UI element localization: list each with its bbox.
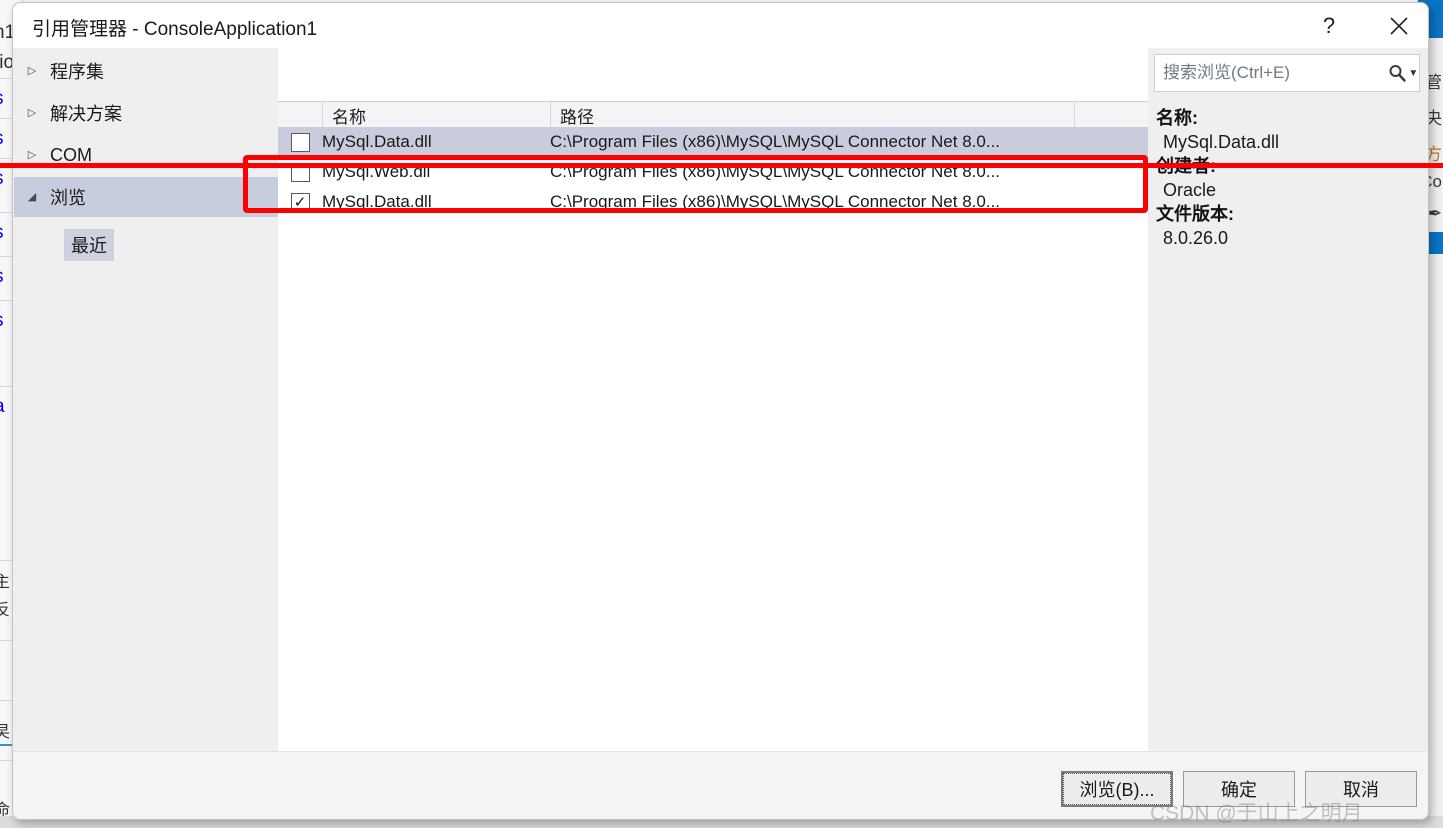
sidebar-item-label: 浏览 [50,188,86,208]
row-path: C:\Program Files (x86)\MySQL\MySQL Conne… [550,192,1001,211]
sidebar-item-browse[interactable]: ◢ 浏览 [14,177,278,217]
ide-code-fragment: s [0,128,4,150]
search-input[interactable] [1155,62,1386,84]
chevron-down-icon[interactable]: ▼ [1408,68,1419,79]
reference-list-body: MySql.Data.dll C:\Program Files (x86)\My… [278,127,1148,751]
checkbox-checked-icon[interactable]: ✓ [290,192,310,212]
column-header-checkbox[interactable] [278,102,322,128]
row-checkbox-cell[interactable]: ✓ [278,192,322,212]
table-row[interactable]: ✓ MySql.Data.dll C:\Program Files (x86)\… [278,187,1148,217]
dialog-titlebar: 引用管理器 - ConsoleApplication1 ? [13,3,1428,48]
checkbox-unchecked-icon[interactable] [290,162,310,182]
chevron-right-icon: ▷ [27,106,37,119]
help-button[interactable]: ? [1301,3,1357,48]
ide-code-fragment: 旲 [0,718,10,742]
row-path: C:\Program Files (x86)\MySQL\MySQL Conne… [550,132,1001,151]
reference-list-panel: 名称 路径 MySql.Data.dll C:\Program Files (x… [278,48,1148,751]
reference-manager-dialog: 引用管理器 - ConsoleApplication1 ? ▷ 程序集 ▷ 解决… [12,2,1429,820]
ok-button[interactable]: 确定 [1183,771,1295,807]
row-name: MySql.Data.dll [322,192,432,211]
sidebar-item-recent[interactable]: 最近 [64,229,114,261]
sidebar-item-label: 解决方案 [50,104,122,124]
chevron-right-icon: ▷ [27,64,37,77]
sidebar-item-label: COM [50,144,92,165]
row-path: C:\Program Files (x86)\MySQL\MySQL Conne… [550,162,1001,181]
detail-value-creator: Oracle [1163,180,1217,200]
question-mark-icon: ? [1322,12,1336,38]
ide-code-fragment: 主 [0,568,10,592]
sidebar-item-label: 程序集 [50,62,104,82]
detail-label-creator: 创建者: [1156,156,1216,176]
sidebar-item-assemblies[interactable]: ▷ 程序集 [14,51,278,91]
chevron-down-icon: ◢ [27,190,37,203]
dialog-title: 引用管理器 - ConsoleApplication1 [32,19,318,40]
browse-button-label: 浏览(B)... [1063,773,1171,805]
detail-label-name: 名称: [1156,108,1198,128]
row-name: MySql.Data.dll [322,132,432,151]
row-checkbox-cell[interactable] [278,162,322,182]
close-button[interactable] [1371,3,1427,48]
detail-value-name: MySql.Data.dll [1163,132,1280,152]
column-header-name[interactable]: 名称 [322,102,550,128]
list-column-headers: 名称 路径 [278,101,1148,129]
checkbox-unchecked-icon[interactable] [290,132,310,152]
close-icon [1390,16,1408,35]
ide-code-fragment: s [0,168,4,190]
ide-code-fragment: s [0,266,4,288]
ide-toolbar-glyph: ✒ [1427,204,1442,223]
ide-code-fragment: a [0,396,5,418]
ide-code-fragment: 反 [0,596,10,620]
detail-value-fileversion: 8.0.26.0 [1163,228,1229,248]
search-box[interactable]: ▼ [1154,54,1420,92]
browse-button[interactable]: 浏览(B)... [1061,771,1173,807]
search-icon[interactable] [1386,63,1408,83]
column-header-filler [1074,102,1148,128]
dialog-footer: 浏览(B)... 确定 取消 [14,751,1427,818]
row-name: MySql.Web.dll [322,162,431,181]
table-row[interactable]: MySql.Web.dll C:\Program Files (x86)\MyS… [278,157,1148,187]
detail-fields: 名称: MySql.Data.dll 创建者: Oracle 文件版本: 8.0… [1156,106,1421,250]
chevron-right-icon: ▷ [27,148,37,161]
sidebar-item-projects[interactable]: ▷ 解决方案 [14,93,278,133]
ide-code-fragment: s [0,310,4,332]
column-header-path[interactable]: 路径 [550,102,1074,128]
category-sidebar: ▷ 程序集 ▷ 解决方案 ▷ COM ◢ 浏览 最近 [14,48,278,751]
ide-code-fragment: s [0,222,4,244]
sidebar-item-com[interactable]: ▷ COM [14,135,278,175]
detail-label-fileversion: 文件版本: [1156,204,1234,224]
ide-code-fragment: s [0,88,4,110]
cancel-button[interactable]: 取消 [1305,771,1417,807]
row-checkbox-cell[interactable] [278,132,322,152]
table-row[interactable]: MySql.Data.dll C:\Program Files (x86)\My… [278,127,1148,157]
detail-panel: ▼ 名称: MySql.Data.dll 创建者: Oracle 文件版本: 8… [1148,48,1427,751]
